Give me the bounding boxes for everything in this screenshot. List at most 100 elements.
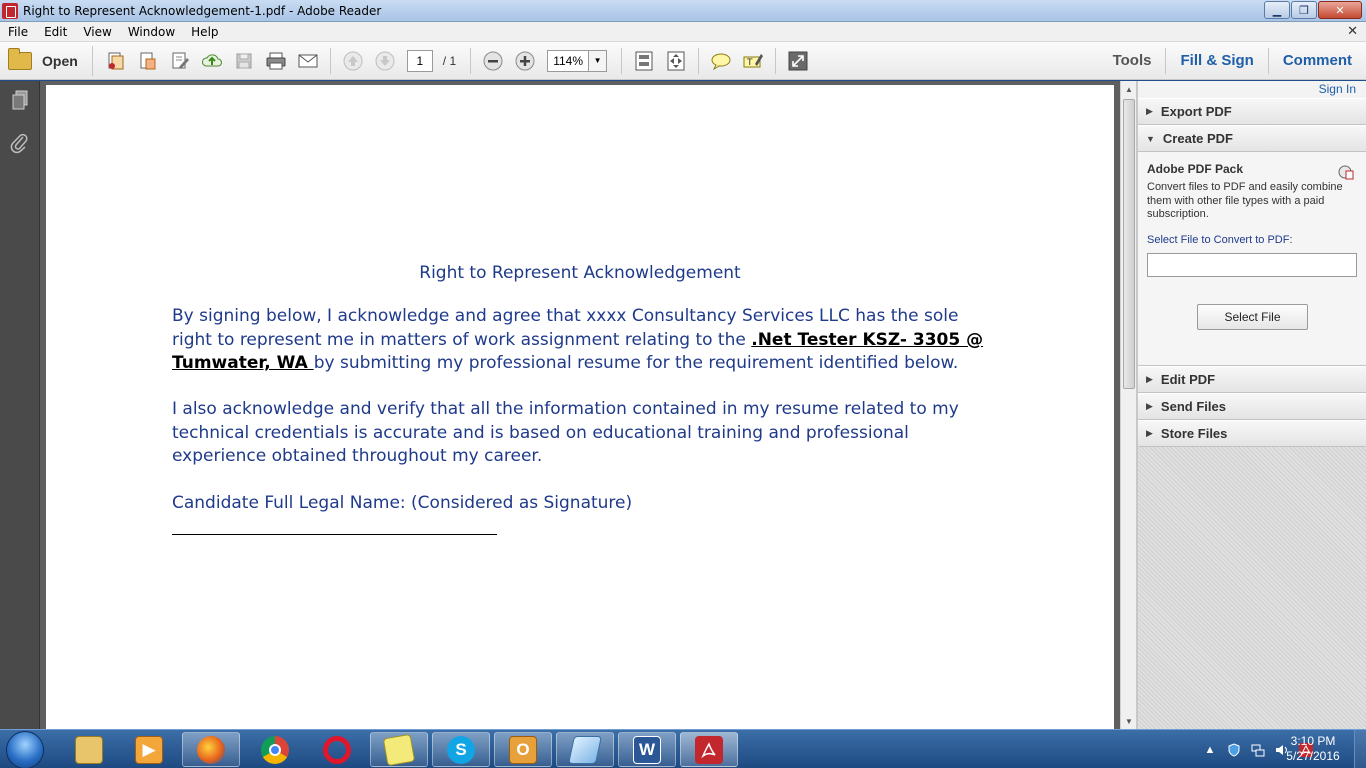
taskbar-file-explorer[interactable] xyxy=(60,732,118,767)
scrollbar-thumb[interactable] xyxy=(1123,99,1135,389)
taskbar-word[interactable]: W xyxy=(618,732,676,767)
email-icon[interactable] xyxy=(297,50,319,72)
menu-window[interactable]: Window xyxy=(120,25,183,39)
document-view: Right to Represent Acknowledgement By si… xyxy=(40,81,1120,735)
toolbar-task-panes: Tools Fill & Sign Comment xyxy=(1099,42,1366,80)
pdf-pack-description: Convert files to PDF and easily combine … xyxy=(1147,181,1343,220)
fill-sign-pane-button[interactable]: Fill & Sign xyxy=(1165,48,1267,74)
window-titlebar: Right to Represent Acknowledgement-1.pdf… xyxy=(0,0,1366,22)
section-edit-pdf-label: Edit PDF xyxy=(1160,372,1216,387)
section-store-files[interactable]: ▶ Store Files xyxy=(1138,420,1366,447)
chevron-right-icon: ▶ xyxy=(1146,374,1153,384)
pdf-pack-icon xyxy=(1338,164,1354,180)
document-title: Right to Represent Acknowledgement xyxy=(419,263,741,283)
taskbar-adobe-reader[interactable] xyxy=(680,732,738,767)
scroll-down-icon[interactable]: ▼ xyxy=(1121,713,1137,729)
maximize-button[interactable]: ❐ xyxy=(1291,1,1317,19)
fit-width-icon[interactable] xyxy=(665,50,687,72)
security-shield-icon[interactable] xyxy=(1226,742,1242,758)
taskbar-outlook[interactable]: O xyxy=(494,732,552,767)
file-explorer-icon xyxy=(75,735,103,764)
zoom-in-icon[interactable] xyxy=(514,50,536,72)
page-number-input[interactable]: 1 xyxy=(406,49,433,72)
firefox-icon xyxy=(197,735,225,764)
clock-date: 5/27/2016 xyxy=(1286,749,1340,763)
create-pdf-icon[interactable] xyxy=(105,50,127,72)
open-button[interactable]: Open xyxy=(8,45,93,76)
close-window-button[interactable]: ✕ xyxy=(1318,1,1362,19)
menu-edit[interactable]: Edit xyxy=(36,25,75,39)
section-edit-pdf[interactable]: ▶ Edit PDF xyxy=(1138,366,1366,393)
section-create-pdf-label: Create PDF xyxy=(1162,131,1233,146)
taskbar-firefox[interactable] xyxy=(182,732,240,767)
section-send-files-label: Send Files xyxy=(1160,399,1226,414)
paragraph-1-text-b: by submitting my professional resume for… xyxy=(313,353,959,373)
show-desktop-button[interactable] xyxy=(1354,730,1366,768)
main-toolbar: Open 1 / 1 114% ▼ T Tools Fill & Sign Co… xyxy=(0,42,1366,80)
previous-page-icon[interactable] xyxy=(342,50,364,72)
vertical-scrollbar[interactable]: ▲ ▼ xyxy=(1120,81,1136,729)
menu-bar: File Edit View Window Help ✕ xyxy=(0,22,1366,42)
tools-pane-button[interactable]: Tools xyxy=(1099,48,1166,74)
signature-line xyxy=(172,534,497,535)
adobe-reader-icon xyxy=(2,2,18,19)
create-pdf-panel: Adobe PDF Pack Convert files to PDF and … xyxy=(1138,152,1366,366)
minimize-button[interactable]: ▁ xyxy=(1264,1,1290,19)
scroll-up-icon[interactable]: ▲ xyxy=(1121,81,1137,97)
toolbar-separator xyxy=(470,47,472,74)
taskbar-skype[interactable]: S xyxy=(432,732,490,767)
file-to-convert-field[interactable] xyxy=(1147,252,1357,277)
page-thumbnails-icon[interactable] xyxy=(9,89,31,111)
section-send-files[interactable]: ▶ Send Files xyxy=(1138,393,1366,420)
windows-taskbar: ▶ S O W ▲ 3:10 PM 5/27/2016 xyxy=(0,729,1366,768)
zoom-out-icon[interactable] xyxy=(482,50,504,72)
chevron-right-icon: ▶ xyxy=(1146,401,1153,411)
taskbar-chrome[interactable] xyxy=(246,732,304,767)
comment-pane-button[interactable]: Comment xyxy=(1267,48,1366,74)
signature-prompt: Candidate Full Legal Name: (Considered a… xyxy=(172,493,633,513)
menu-file[interactable]: File xyxy=(0,25,36,39)
section-export-pdf[interactable]: ▶ Export PDF xyxy=(1138,98,1366,125)
section-export-pdf-label: Export PDF xyxy=(1160,104,1232,119)
taskbar-opera[interactable] xyxy=(308,732,366,767)
zoom-dropdown-icon[interactable]: ▼ xyxy=(589,49,608,72)
next-page-icon[interactable] xyxy=(374,50,396,72)
taskbar-sticky-notes[interactable] xyxy=(370,732,428,767)
chevron-right-icon: ▶ xyxy=(1146,106,1153,116)
sticky-note-icon[interactable] xyxy=(710,50,732,72)
media-player-icon: ▶ xyxy=(135,735,163,764)
close-document-button[interactable]: ✕ xyxy=(1347,23,1358,39)
menu-view[interactable]: View xyxy=(75,25,119,39)
outlook-icon: O xyxy=(509,735,537,764)
section-create-pdf[interactable]: ▼ Create PDF xyxy=(1138,125,1366,152)
window-controls: ▁ ❐ ✕ xyxy=(1263,1,1362,19)
network-icon[interactable] xyxy=(1250,742,1266,758)
combine-files-icon[interactable] xyxy=(137,50,159,72)
tools-pane: Sign In ▶ Export PDF ▼ Create PDF Adobe … xyxy=(1138,81,1366,729)
select-file-button[interactable]: Select File xyxy=(1197,304,1308,330)
navigation-pane xyxy=(0,81,40,729)
fit-page-icon[interactable] xyxy=(633,50,655,72)
page-total: / 1 xyxy=(442,53,457,68)
sign-in-link[interactable]: Sign In xyxy=(1319,82,1356,96)
system-clock[interactable]: 3:10 PM 5/27/2016 xyxy=(1278,734,1348,764)
paragraph-1: By signing below, I acknowledge and agre… xyxy=(172,305,1002,376)
taskbar-media-player[interactable]: ▶ xyxy=(120,732,178,767)
taskbar-snipping-tool[interactable] xyxy=(556,732,614,767)
print-icon[interactable] xyxy=(265,50,287,72)
toolbar-separator xyxy=(775,47,777,74)
highlight-text-icon[interactable]: T xyxy=(742,50,764,72)
upload-cloud-icon[interactable] xyxy=(201,50,223,72)
edit-document-icon[interactable] xyxy=(169,50,191,72)
section-store-files-label: Store Files xyxy=(1160,426,1228,441)
full-screen-icon[interactable] xyxy=(787,50,809,72)
attachments-paperclip-icon[interactable] xyxy=(9,133,31,155)
start-button[interactable] xyxy=(6,731,44,768)
menu-help[interactable]: Help xyxy=(183,25,226,39)
save-icon[interactable] xyxy=(233,50,255,72)
show-hidden-icons-icon[interactable]: ▲ xyxy=(1202,742,1218,758)
word-icon: W xyxy=(633,735,661,764)
zoom-level-input[interactable]: 114% xyxy=(547,49,590,72)
paragraph-2: I also acknowledge and verify that all t… xyxy=(172,399,959,466)
toolbar-separator xyxy=(698,47,700,74)
